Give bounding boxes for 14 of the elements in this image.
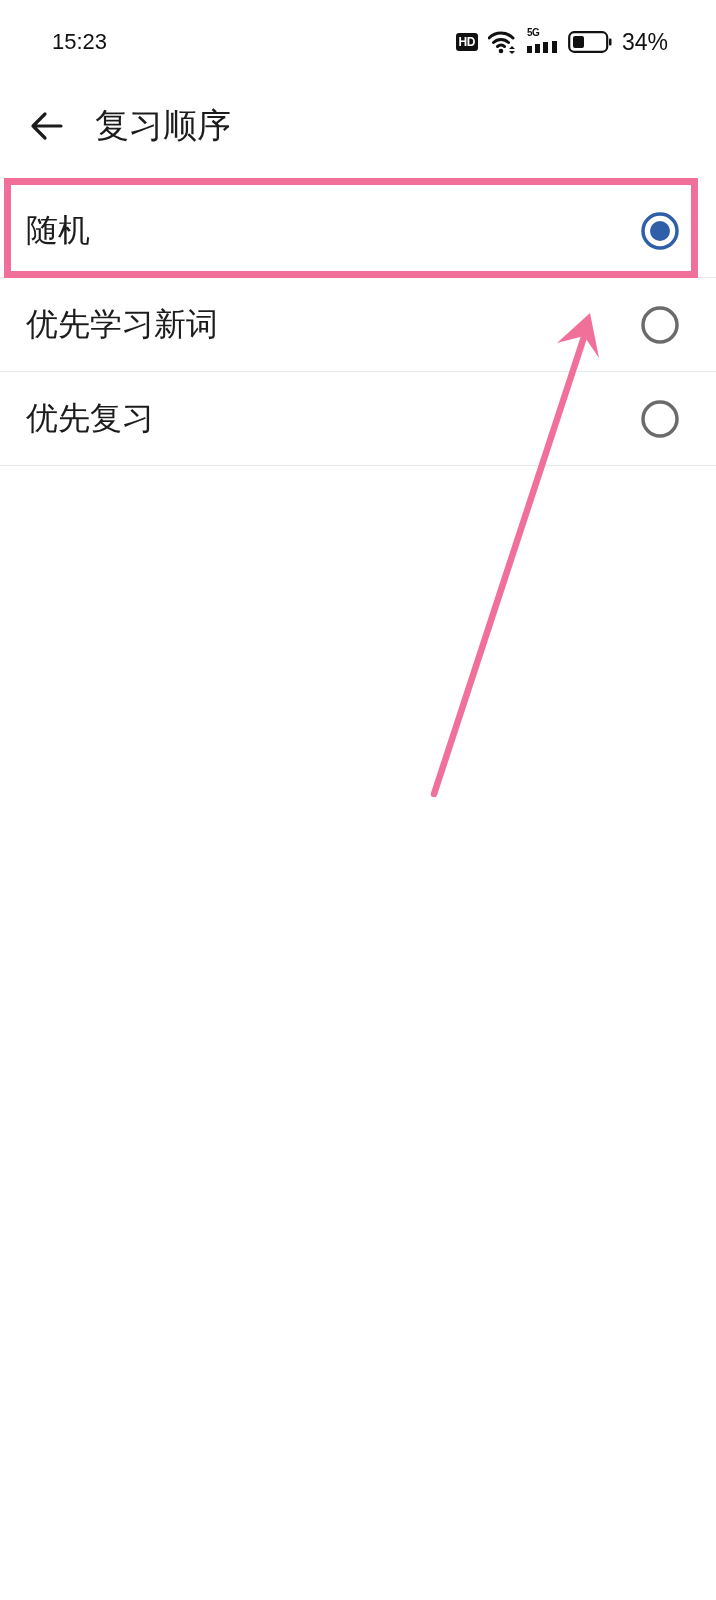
hd-indicator: HD bbox=[455, 33, 478, 51]
option-label: 随机 bbox=[26, 209, 90, 251]
option-label: 优先复习 bbox=[26, 397, 154, 439]
option-label: 优先学习新词 bbox=[26, 303, 218, 345]
battery-percent: 34% bbox=[621, 28, 668, 56]
clock-time: 15:23 bbox=[52, 29, 108, 55]
wifi-icon bbox=[487, 30, 517, 54]
page-title: 复习顺序 bbox=[95, 104, 231, 147]
network-type-label: 5G bbox=[526, 28, 540, 38]
radio-button[interactable] bbox=[641, 399, 679, 438]
radio-button[interactable] bbox=[641, 305, 679, 344]
radio-button[interactable] bbox=[641, 211, 679, 250]
battery-icon bbox=[567, 31, 612, 53]
signal-icon bbox=[526, 41, 558, 53]
